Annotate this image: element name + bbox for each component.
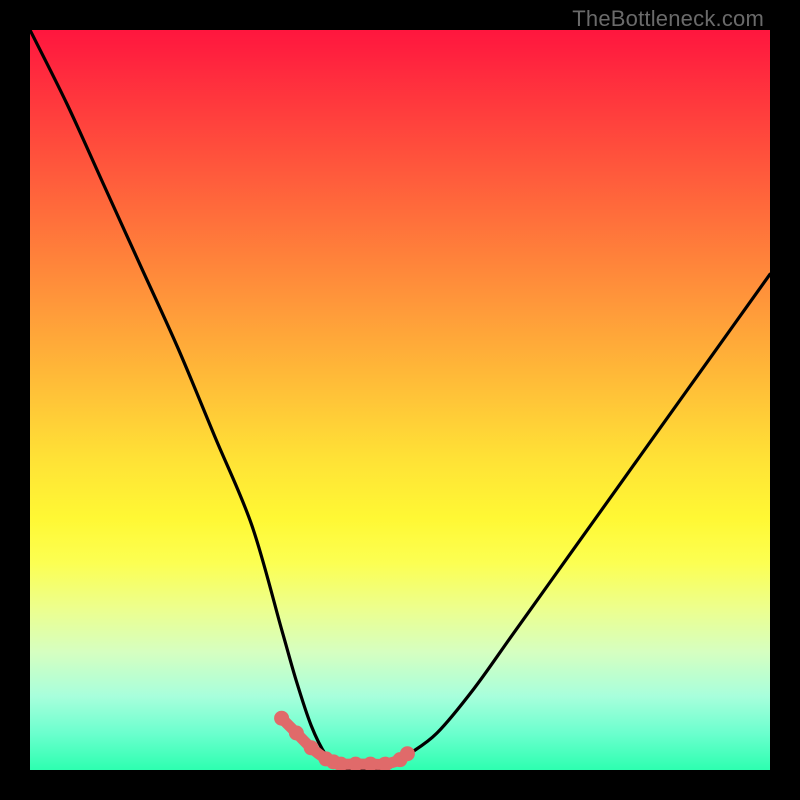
- marker-dot: [304, 740, 319, 755]
- marker-dot: [289, 726, 304, 741]
- marker-dot: [400, 746, 415, 761]
- bottleneck-curve: [30, 30, 770, 770]
- chart-frame: TheBottleneck.com: [0, 0, 800, 800]
- gradient-plot-area: [30, 30, 770, 770]
- marker-dot: [274, 711, 289, 726]
- watermark-text: TheBottleneck.com: [572, 6, 764, 32]
- marker-dots: [274, 711, 415, 770]
- curve-line: [30, 30, 770, 770]
